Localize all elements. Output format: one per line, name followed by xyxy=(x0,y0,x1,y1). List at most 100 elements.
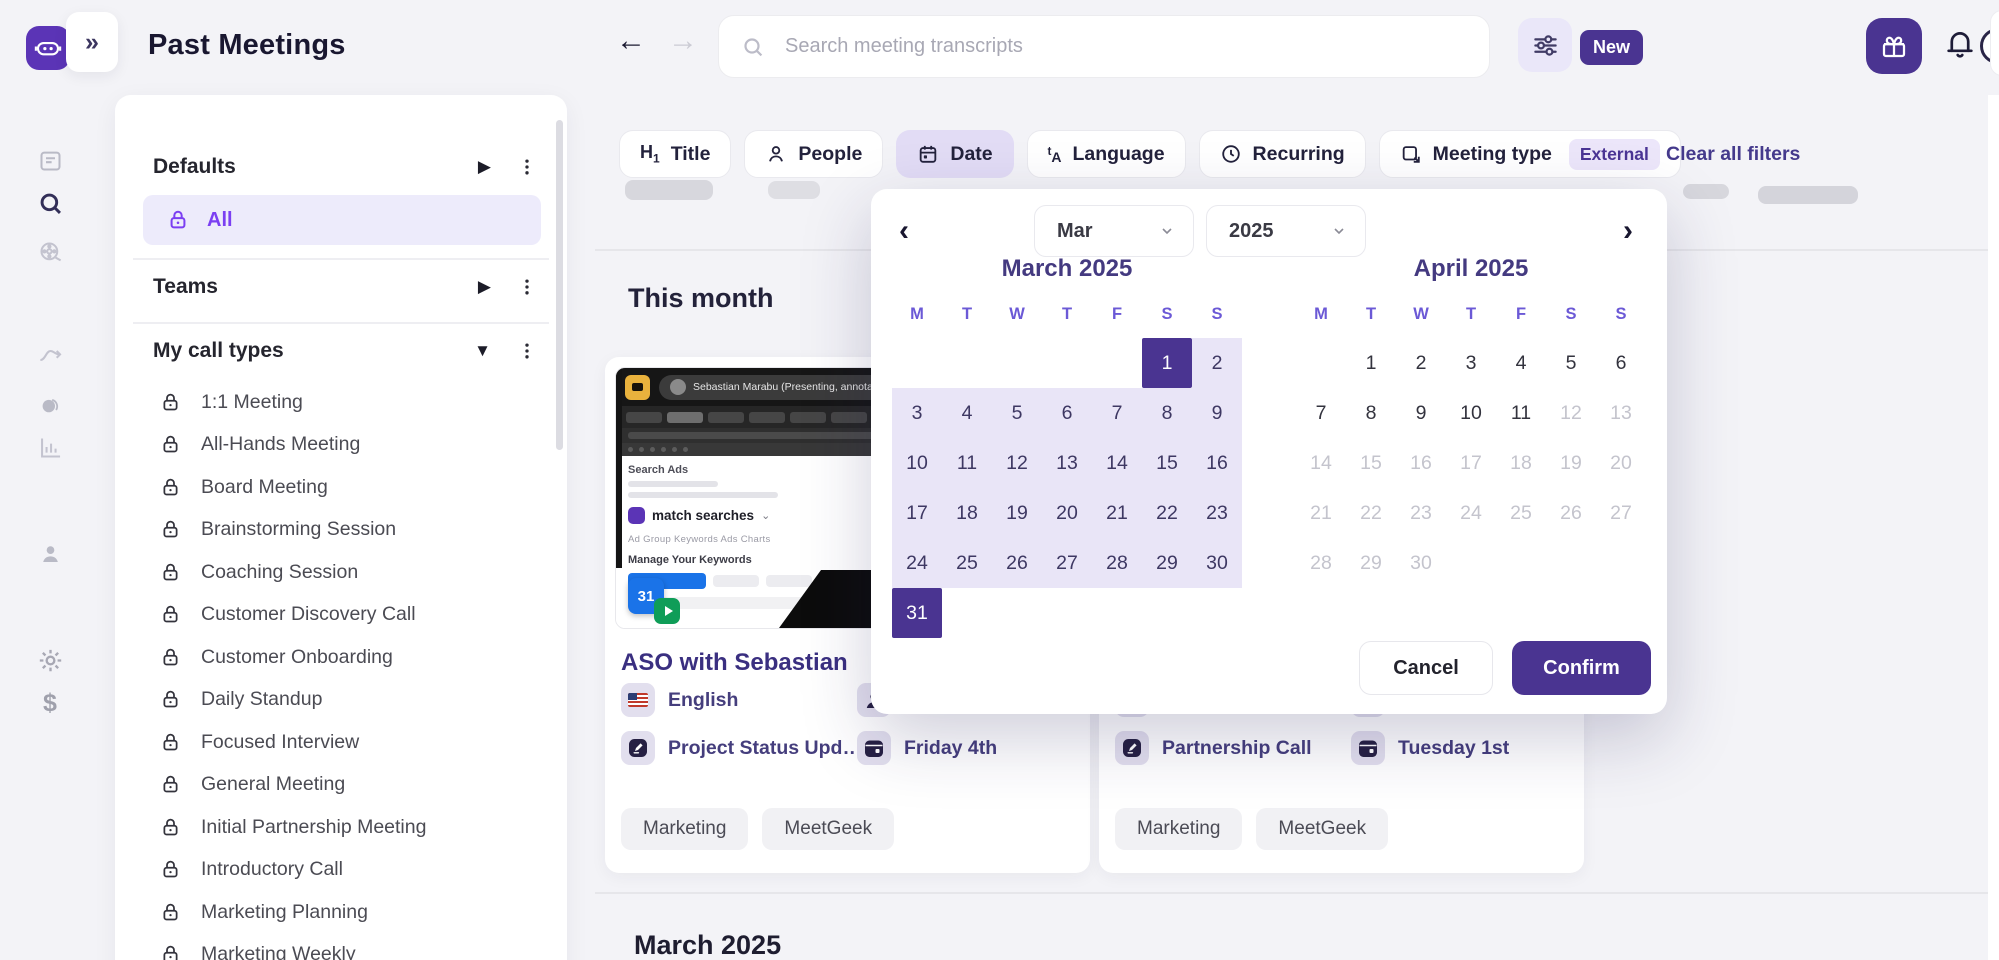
calendar-day-30[interactable]: 30 xyxy=(1192,538,1242,588)
calendar-day-18[interactable]: 18 xyxy=(942,488,992,538)
tag-pill[interactable]: MeetGeek xyxy=(1256,808,1388,850)
call-type-item[interactable]: Introductory Call xyxy=(160,853,343,887)
call-type-item[interactable]: Board Meeting xyxy=(160,470,328,504)
calendar-day-7[interactable]: 7 xyxy=(1296,388,1346,438)
calendar-day-19[interactable]: 19 xyxy=(992,488,1042,538)
meta-label[interactable]: Partnership Call xyxy=(1162,737,1312,760)
calendar-day-17[interactable]: 17 xyxy=(1446,438,1496,488)
notifications-button[interactable] xyxy=(1943,26,1977,60)
filter-chip-title[interactable]: H1Title xyxy=(619,130,731,178)
calendar-day-7[interactable]: 7 xyxy=(1092,388,1142,438)
calendar-day-18[interactable]: 18 xyxy=(1496,438,1546,488)
call-type-item[interactable]: Coaching Session xyxy=(160,555,358,589)
calendar-day-23[interactable]: 23 xyxy=(1192,488,1242,538)
filter-chip-people[interactable]: People xyxy=(744,130,883,178)
calendar-day-16[interactable]: 16 xyxy=(1192,438,1242,488)
calendar-day-24[interactable]: 24 xyxy=(892,538,942,588)
calendar-day-23[interactable]: 23 xyxy=(1396,488,1446,538)
calendar-day-8[interactable]: 8 xyxy=(1346,388,1396,438)
call-type-item[interactable]: Marketing Weekly xyxy=(160,938,356,960)
calendar-day-9[interactable]: 9 xyxy=(1396,388,1446,438)
meeting-card-title[interactable]: ASO with Sebastian xyxy=(621,649,848,677)
filter-chip-recurring[interactable]: Recurring xyxy=(1199,130,1366,178)
calendar-day-27[interactable]: 27 xyxy=(1596,488,1646,538)
sidebar-section-my-call-types[interactable]: My call types ▼ xyxy=(153,327,537,375)
calendar-day-1[interactable]: 1 xyxy=(1346,338,1396,388)
tag-pill[interactable]: MeetGeek xyxy=(762,808,894,850)
calendar-day-3[interactable]: 3 xyxy=(892,388,942,438)
calendar-day-11[interactable]: 11 xyxy=(1496,388,1546,438)
gift-button[interactable] xyxy=(1866,18,1922,74)
kebab-menu-icon[interactable] xyxy=(517,340,537,362)
calendar-day-5[interactable]: 5 xyxy=(992,388,1042,438)
calendar-day-15[interactable]: 15 xyxy=(1142,438,1192,488)
meta-label[interactable]: English xyxy=(668,689,738,712)
chevron-right-icon[interactable]: ▶ xyxy=(478,277,491,297)
calendar-day-1[interactable]: 1 xyxy=(1142,338,1192,388)
call-type-item[interactable]: General Meeting xyxy=(160,768,345,802)
tag-pill[interactable]: Marketing xyxy=(1115,808,1242,850)
confirm-button[interactable]: Confirm xyxy=(1512,641,1651,695)
call-type-item[interactable]: Customer Onboarding xyxy=(160,640,393,674)
chevron-down-icon[interactable]: ▼ xyxy=(474,341,491,361)
reports-icon[interactable] xyxy=(28,425,72,469)
calendar-day-14[interactable]: 14 xyxy=(1092,438,1142,488)
call-type-item[interactable]: Focused Interview xyxy=(160,725,359,759)
kebab-menu-icon[interactable] xyxy=(517,276,537,298)
call-type-item[interactable]: 1:1 Meeting xyxy=(160,385,303,419)
calendar-day-28[interactable]: 28 xyxy=(1296,538,1346,588)
calendar-day-10[interactable]: 10 xyxy=(1446,388,1496,438)
back-arrow-button[interactable]: ← xyxy=(616,24,646,58)
calendar-day-14[interactable]: 14 xyxy=(1296,438,1346,488)
calendar-day-10[interactable]: 10 xyxy=(892,438,942,488)
calendar-day-3[interactable]: 3 xyxy=(1446,338,1496,388)
call-type-item[interactable]: Customer Discovery Call xyxy=(160,598,416,632)
calendar-day-31[interactable]: 31 xyxy=(892,588,942,638)
calendar-day-21[interactable]: 21 xyxy=(1296,488,1346,538)
calendar-day-15[interactable]: 15 xyxy=(1346,438,1396,488)
sidebar-scrollbar[interactable] xyxy=(556,120,563,450)
call-type-item[interactable]: All-Hands Meeting xyxy=(160,428,360,462)
calendar-day-26[interactable]: 26 xyxy=(1546,488,1596,538)
calendar-day-2[interactable]: 2 xyxy=(1192,338,1242,388)
calendar-day-9[interactable]: 9 xyxy=(1192,388,1242,438)
meta-label[interactable]: Tuesday 1st xyxy=(1398,737,1509,760)
clear-all-filters-link[interactable]: Clear all filters xyxy=(1666,143,1800,166)
search-input[interactable] xyxy=(783,34,1467,59)
calendar-day-28[interactable]: 28 xyxy=(1092,538,1142,588)
calendar-day-6[interactable]: 6 xyxy=(1596,338,1646,388)
cancel-button[interactable]: Cancel xyxy=(1359,641,1493,695)
sidebar-section-defaults[interactable]: Defaults ▶ xyxy=(153,143,537,191)
calendar-day-27[interactable]: 27 xyxy=(1042,538,1092,588)
calendar-day-2[interactable]: 2 xyxy=(1396,338,1446,388)
calendar-day-8[interactable]: 8 xyxy=(1142,388,1192,438)
meta-label[interactable]: Friday 4th xyxy=(904,737,997,760)
calendar-day-25[interactable]: 25 xyxy=(942,538,992,588)
search-bar[interactable] xyxy=(718,15,1490,78)
calendar-day-12[interactable]: 12 xyxy=(1546,388,1596,438)
call-type-item[interactable]: Initial Partnership Meeting xyxy=(160,810,426,844)
calendar-day-29[interactable]: 29 xyxy=(1142,538,1192,588)
call-type-item[interactable]: Daily Standup xyxy=(160,683,322,717)
calendar-day-29[interactable]: 29 xyxy=(1346,538,1396,588)
sidebar-section-teams[interactable]: Teams ▶ xyxy=(153,263,537,311)
calendar-day-20[interactable]: 20 xyxy=(1042,488,1092,538)
forward-arrow-button[interactable]: → xyxy=(668,24,698,58)
filter-chip-meeting-type[interactable]: Meeting typeExternal xyxy=(1379,130,1681,178)
calendar-day-30[interactable]: 30 xyxy=(1396,538,1446,588)
calendar-day-4[interactable]: 4 xyxy=(942,388,992,438)
recordings-icon[interactable] xyxy=(28,230,72,274)
calendar-day-25[interactable]: 25 xyxy=(1496,488,1546,538)
calendar-day-4[interactable]: 4 xyxy=(1496,338,1546,388)
record-icon[interactable] xyxy=(28,383,72,427)
calendar-day-16[interactable]: 16 xyxy=(1396,438,1446,488)
calendar-day-5[interactable]: 5 xyxy=(1546,338,1596,388)
filter-chip-date[interactable]: Date xyxy=(896,130,1013,178)
sidebar-expand-button[interactable]: » xyxy=(66,12,118,72)
call-type-item[interactable]: Marketing Planning xyxy=(160,895,368,929)
insights-icon[interactable] xyxy=(28,333,72,377)
notes-icon[interactable] xyxy=(28,138,72,182)
calendar-day-26[interactable]: 26 xyxy=(992,538,1042,588)
calendar-day-20[interactable]: 20 xyxy=(1596,438,1646,488)
calendar-day-24[interactable]: 24 xyxy=(1446,488,1496,538)
